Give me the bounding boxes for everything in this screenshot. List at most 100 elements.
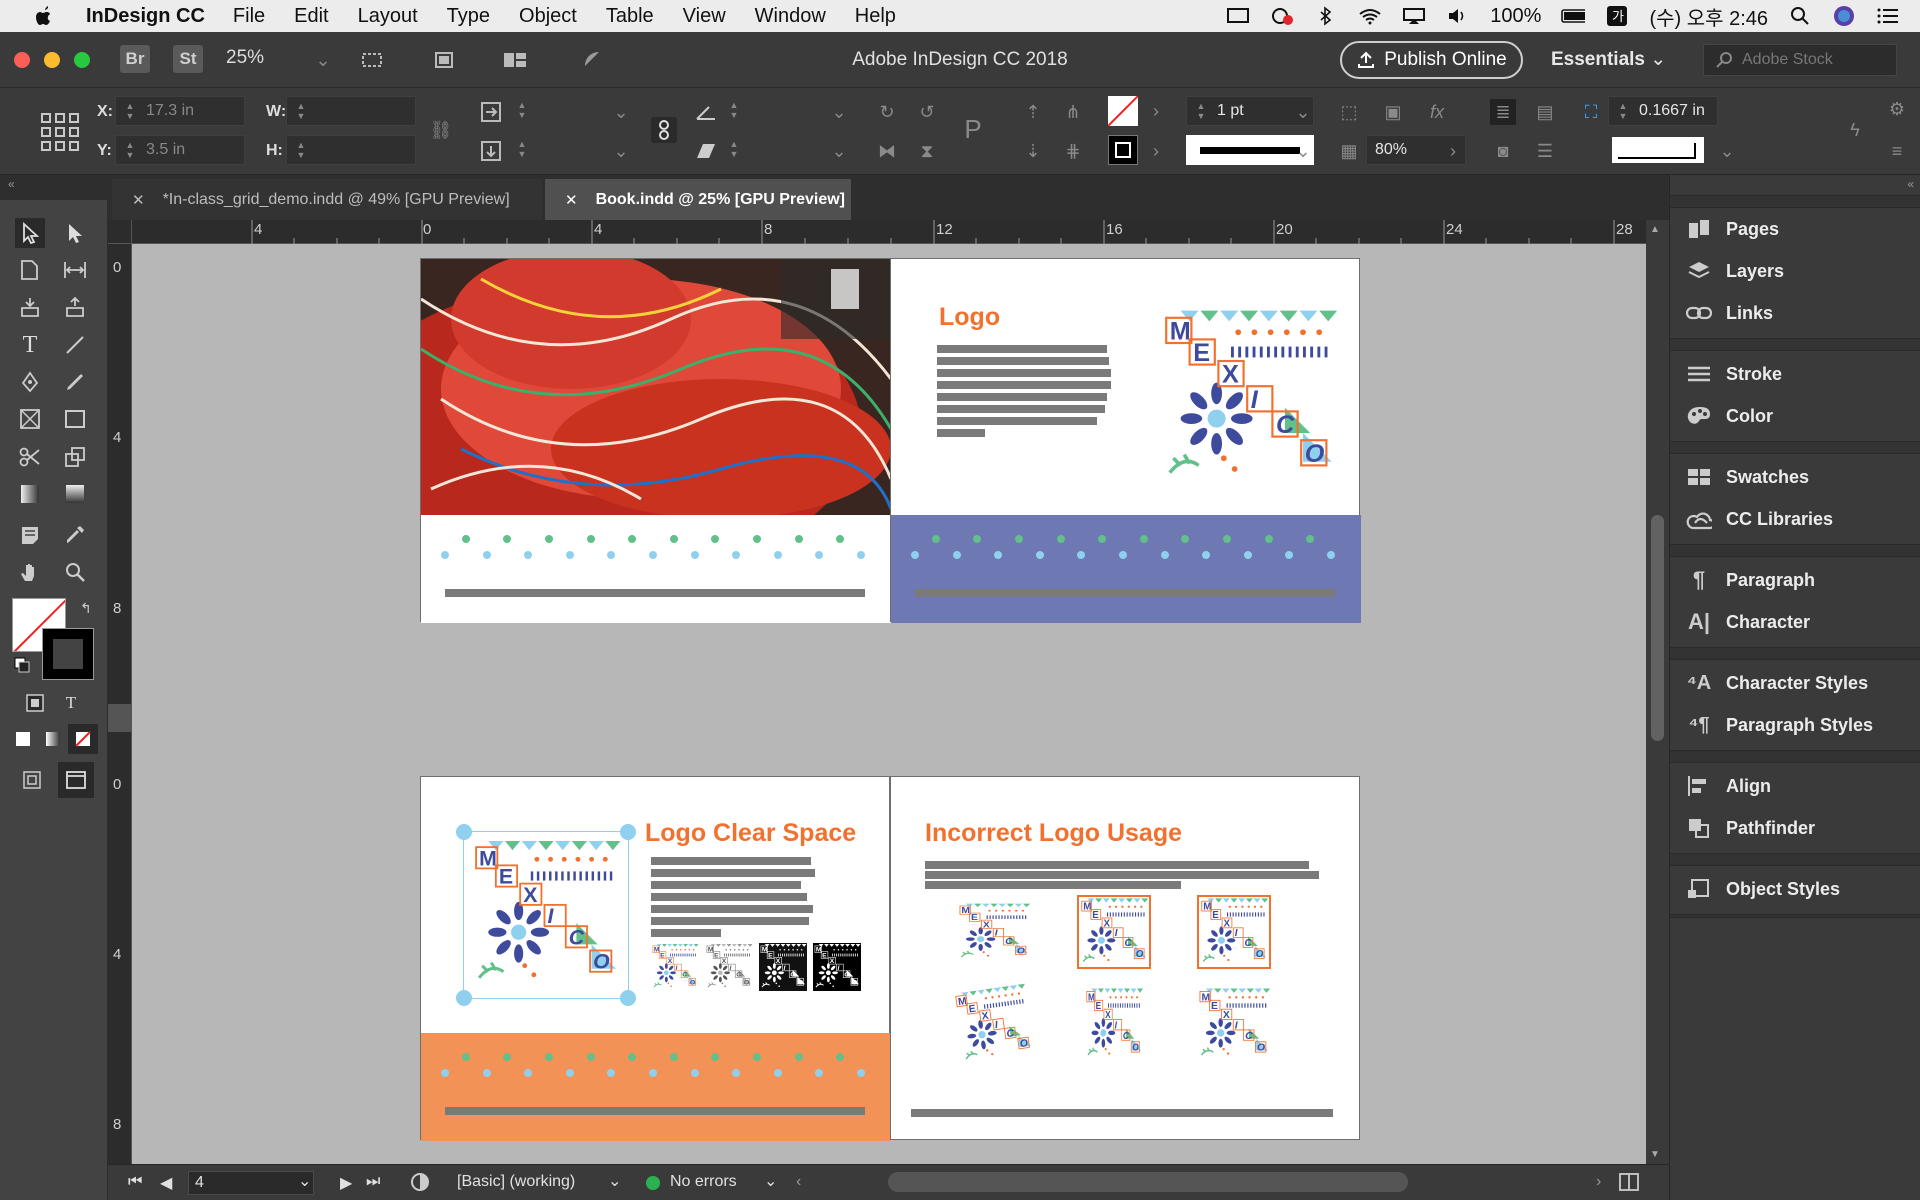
panel-swatches[interactable]: Swatches	[1686, 460, 1809, 494]
apply-gradient-icon[interactable]	[38, 724, 68, 754]
zoom-window-button[interactable]	[74, 52, 90, 68]
tab-in-class-grid-demo[interactable]: ✕ *In-class_grid_demo.indd @ 49% [GPU Pr…	[112, 179, 542, 220]
clock[interactable]: (수) 오후 2:46	[1649, 2, 1768, 31]
page-logo[interactable]: Logo MEXICO	[890, 258, 1361, 623]
rectangle-tool-icon[interactable]	[60, 404, 90, 434]
view-options-icon[interactable]	[360, 47, 386, 73]
panel-pathfinder[interactable]: Pathfinder	[1686, 811, 1815, 845]
stepper-icon[interactable]: ▲ ▼	[516, 100, 528, 122]
flip-vertical-icon[interactable]: ⧗	[914, 138, 940, 164]
object-style-select[interactable]	[1612, 137, 1704, 163]
rotate-ccw-icon[interactable]: ↺	[914, 99, 940, 125]
close-window-button[interactable]	[14, 52, 30, 68]
stock-button[interactable]: St	[173, 45, 203, 73]
page-incorrect-usage[interactable]: Incorrect Logo Usage MEXICO MEXICO MEXIC…	[890, 776, 1360, 1140]
flip-horizontal-icon[interactable]: ⧓	[874, 138, 900, 164]
stepper-icon[interactable]: ▲ ▼	[1617, 101, 1629, 123]
chevron-down-icon[interactable]: ⌄	[608, 99, 634, 125]
select-container-icon[interactable]: ⇡	[1020, 99, 1046, 125]
select-next-object-icon[interactable]: ⋔	[1060, 99, 1086, 125]
rotate-cw-icon[interactable]: ↻	[874, 99, 900, 125]
publish-online-button[interactable]: Publish Online	[1340, 41, 1523, 79]
incorrect-logo-squashed[interactable]: MEXICO	[957, 902, 1031, 962]
previous-page-icon[interactable]: ◀	[160, 1173, 172, 1193]
link-scale-icon[interactable]	[651, 117, 677, 143]
menu-file[interactable]: File	[233, 5, 265, 28]
workspace-switcher[interactable]: Essentials ⌄	[1551, 48, 1666, 71]
split-layout-icon[interactable]	[1618, 1171, 1640, 1198]
panel-menu-icon[interactable]: ≡	[1884, 138, 1910, 164]
open-document-icon[interactable]	[410, 1171, 432, 1198]
panel-group-handle[interactable]	[1670, 544, 1920, 557]
panel-layers[interactable]: Layers	[1686, 254, 1784, 288]
airplay-icon[interactable]	[1402, 6, 1426, 26]
selection-tool-icon[interactable]	[15, 218, 45, 248]
panel-group-handle[interactable]	[1670, 750, 1920, 763]
incorrect-logo-bordered[interactable]: MEXICO	[1197, 895, 1271, 969]
spotlight-search-icon[interactable]	[1788, 6, 1812, 26]
note-tool-icon[interactable]	[15, 520, 45, 550]
minimize-window-button[interactable]	[44, 52, 60, 68]
stepper-icon[interactable]: ▲ ▼	[728, 139, 740, 161]
pencil-tool-icon[interactable]	[60, 367, 90, 397]
panel-character-styles[interactable]: ⁴A Character Styles	[1686, 666, 1868, 700]
incorrect-logo-stretched[interactable]: MEXICO	[1084, 987, 1144, 1061]
gradient-feather-tool-icon[interactable]	[60, 479, 90, 509]
panel-cc-libraries[interactable]: CC Libraries	[1686, 502, 1833, 536]
arrange-documents-icon[interactable]	[502, 47, 528, 73]
frame-fitting-icon[interactable]: ⬚	[1336, 99, 1362, 125]
line-tool-icon[interactable]	[60, 330, 90, 360]
zoom-level-select[interactable]: 25%	[226, 47, 264, 69]
expand-panels-icon[interactable]: «	[1907, 177, 1914, 191]
close-tab-icon[interactable]: ✕	[132, 191, 145, 209]
text-wrap-bounding-icon[interactable]: ▤	[1532, 99, 1558, 125]
panel-stroke[interactable]: Stroke	[1686, 357, 1782, 391]
stepper-icon[interactable]: ▲ ▼	[124, 101, 136, 123]
chevron-down-icon[interactable]: ⌄	[826, 138, 852, 164]
chevron-down-icon[interactable]: ⌄	[1290, 138, 1316, 164]
swap-fill-stroke-icon[interactable]: ↰	[80, 600, 92, 617]
last-page-icon[interactable]: ⏭	[366, 1173, 380, 1191]
auto-fit-icon[interactable]: ⛶	[1578, 99, 1604, 125]
scissors-tool-icon[interactable]	[15, 442, 45, 472]
stroke-swatch-black[interactable]	[1108, 135, 1138, 165]
panel-group-handle[interactable]	[1670, 647, 1920, 660]
y-position-field[interactable]: ▲ ▼ 3.5 in	[115, 135, 245, 165]
tab-book[interactable]: ✕ Book.indd @ 25% [GPU Preview]	[545, 179, 851, 220]
pen-tool-icon[interactable]	[15, 367, 45, 397]
panel-group-handle[interactable]	[1670, 195, 1920, 208]
creative-cloud-icon[interactable]	[1270, 6, 1294, 26]
select-previous-object-icon[interactable]: ⋕	[1060, 138, 1086, 164]
quick-apply-icon[interactable]: ϟ	[1842, 117, 1868, 143]
text-wrap-jump-icon[interactable]: ☰	[1532, 138, 1558, 164]
page-clear-space[interactable]: Logo Clear Space MEXICO MEXICO MEXICO ME…	[420, 776, 891, 1141]
menu-object[interactable]: Object	[519, 5, 577, 28]
effects-fx-icon[interactable]: fx	[1424, 99, 1450, 125]
logo-variant-grayscale[interactable]: MEXICO	[705, 943, 753, 991]
input-method-icon[interactable]: 가	[1605, 6, 1629, 26]
horizontal-ruler[interactable]: 4 0 4 8 12 16 20 24 28	[108, 220, 1646, 244]
publish-feather-icon[interactable]	[578, 47, 604, 73]
preflight-status[interactable]: No errors	[670, 1173, 737, 1191]
chevron-down-icon[interactable]: ⌄	[310, 47, 336, 73]
vertical-scrollbar[interactable]: ▲ ▼	[1646, 220, 1669, 1164]
menu-layout[interactable]: Layout	[358, 5, 418, 28]
chevron-right-icon[interactable]: ›	[1440, 138, 1466, 164]
siri-icon[interactable]	[1832, 6, 1856, 26]
reference-point-icon[interactable]	[38, 110, 82, 154]
mexico-logo[interactable]: MEXICO	[1159, 307, 1339, 487]
chevron-down-icon[interactable]: ⌄	[608, 1171, 621, 1191]
working-style[interactable]: [Basic] (working)	[457, 1173, 575, 1191]
chevron-right-icon[interactable]: ›	[1143, 98, 1169, 124]
free-transform-tool-icon[interactable]	[60, 442, 90, 472]
scrollbar-thumb[interactable]	[1651, 515, 1664, 741]
logo-variant-reversed[interactable]: MEXICO	[813, 943, 861, 991]
panel-group-handle[interactable]	[1670, 441, 1920, 454]
panel-align[interactable]: Align	[1686, 769, 1771, 803]
formatting-text-icon[interactable]: T	[56, 688, 86, 718]
selection-handle[interactable]	[620, 824, 636, 840]
close-tab-icon[interactable]: ✕	[565, 191, 578, 209]
first-page-icon[interactable]: ⏮	[128, 1173, 142, 1191]
panel-paragraph[interactable]: ¶ Paragraph	[1686, 563, 1815, 597]
page-photo[interactable]	[420, 258, 891, 623]
